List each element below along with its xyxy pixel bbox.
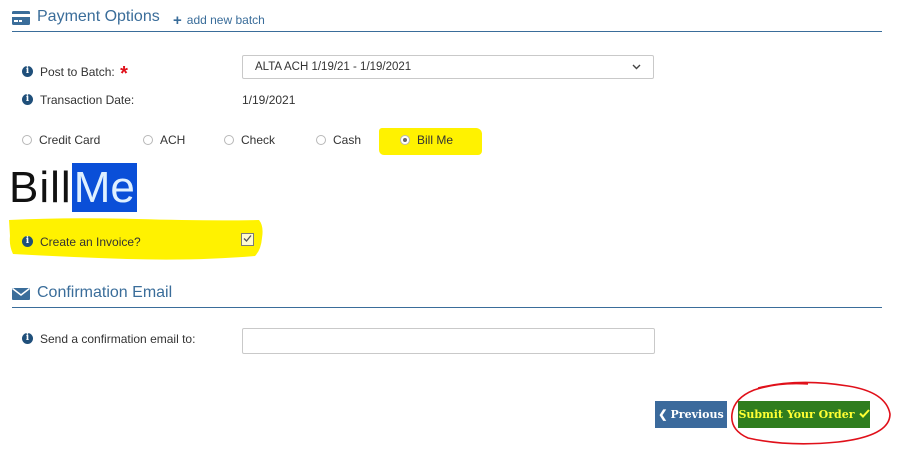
info-icon: i <box>22 333 33 345</box>
batch-select[interactable]: ALTA ACH 1/19/21 - 1/19/2021 <box>242 55 654 79</box>
radio-circle-selected <box>400 134 410 145</box>
annotation-circle <box>731 381 891 445</box>
envelope-icon <box>12 287 30 306</box>
transaction-date-value: 1/19/2021 <box>242 93 296 107</box>
send-confirmation-label: Send a confirmation email to: <box>40 332 196 346</box>
chevron-left-icon: ❮ <box>658 408 668 421</box>
info-icon: i <box>22 94 33 106</box>
radio-circle <box>22 134 32 145</box>
radio-label: Credit Card <box>39 133 101 147</box>
confirmation-email-title: Confirmation Email <box>37 284 173 301</box>
batch-select-value: ALTA ACH 1/19/21 - 1/19/2021 <box>255 61 412 73</box>
confirmation-email-header: Confirmation Email <box>12 283 882 308</box>
post-to-batch-label: Post to Batch: <box>40 65 115 79</box>
radio-circle <box>224 134 234 145</box>
add-new-batch-label: add new batch <box>186 13 265 27</box>
logo-text-me: Me <box>71 163 137 212</box>
previous-button[interactable]: ❮ Previous <box>655 401 727 428</box>
radio-label: ACH <box>160 133 186 147</box>
radio-circle <box>143 134 153 145</box>
bill-me-logo: BillMe <box>9 163 137 212</box>
radio-credit-card[interactable]: Credit Card <box>22 133 100 147</box>
radio-label: Cash <box>333 133 362 147</box>
checkmark-icon <box>243 235 252 242</box>
credit-card-icon <box>12 11 30 30</box>
confirmation-email-input[interactable] <box>242 328 655 354</box>
create-invoice-row: i Create an Invoice? <box>22 235 141 249</box>
payment-options-header: Payment Options + add new batch <box>12 7 882 32</box>
transaction-date-label: Transaction Date: <box>40 93 135 107</box>
create-invoice-checkbox[interactable] <box>241 233 254 246</box>
radio-ach[interactable]: ACH <box>143 133 185 147</box>
payment-options-title: Payment Options <box>37 8 160 25</box>
radio-bill-me[interactable]: Bill Me <box>400 133 453 147</box>
create-invoice-label: Create an Invoice? <box>40 235 141 249</box>
transaction-date-row: i Transaction Date: <box>22 93 134 107</box>
send-confirmation-row: i Send a confirmation email to: <box>22 332 195 346</box>
chevron-down-icon <box>632 61 641 73</box>
info-icon: i <box>22 66 33 78</box>
previous-label: Previous <box>670 408 724 421</box>
radio-label: Bill Me <box>417 133 454 147</box>
info-icon: i <box>22 236 33 248</box>
radio-check[interactable]: Check <box>224 133 275 147</box>
required-asterisk: * <box>120 63 128 85</box>
radio-label: Check <box>241 133 276 147</box>
add-new-batch-link[interactable]: + add new batch <box>173 11 265 29</box>
radio-circle <box>316 134 326 145</box>
logo-text-bill: Bill <box>9 163 72 212</box>
post-to-batch-row: i Post to Batch: * <box>22 59 128 85</box>
radio-cash[interactable]: Cash <box>316 133 361 147</box>
plus-icon: + <box>173 12 182 29</box>
